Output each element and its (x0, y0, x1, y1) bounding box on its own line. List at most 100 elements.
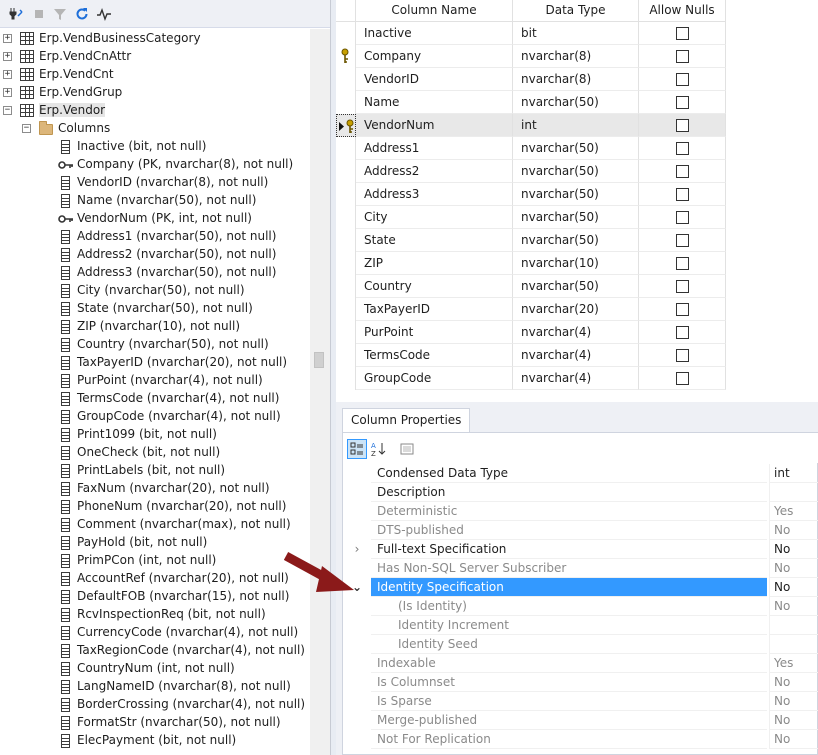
tree-node-column[interactable]: PayHold (bit, not null) (0, 534, 310, 552)
property-value[interactable]: No (769, 559, 818, 578)
tree-node-column[interactable]: RcvInspectionReq (bit, not null) (0, 606, 310, 624)
tree-node-column[interactable]: Comment (nvarchar(max), not null) (0, 516, 310, 534)
allow-nulls-checkbox[interactable] (676, 211, 689, 224)
property-value[interactable]: No (769, 673, 818, 692)
allow-nulls-checkbox[interactable] (676, 96, 689, 109)
row-selector[interactable] (336, 229, 356, 252)
tree-node-column[interactable]: CurrencyCode (nvarchar(4), not null) (0, 624, 310, 642)
tree-node-column[interactable]: PurPoint (nvarchar(4), not null) (0, 372, 310, 390)
data-type-cell[interactable]: nvarchar(50) (513, 229, 639, 252)
tree-node-column[interactable]: VendorID (nvarchar(8), not null) (0, 174, 310, 192)
tree-node-column[interactable]: AccountRef (nvarchar(20), not null) (0, 570, 310, 588)
tree-node-table[interactable]: − Erp.Vendor (0, 102, 310, 120)
activity-monitor-icon[interactable] (96, 6, 112, 22)
data-type-cell[interactable]: nvarchar(50) (513, 160, 639, 183)
property-row[interactable]: Deterministic Yes (343, 502, 818, 521)
grid-scrollbar[interactable] (799, 0, 818, 402)
property-row[interactable]: Has Non-SQL Server Subscriber No (343, 559, 818, 578)
property-row[interactable]: Description (343, 483, 818, 502)
allow-nulls-checkbox[interactable] (676, 234, 689, 247)
row-selector[interactable] (336, 252, 356, 275)
tree-node-column[interactable]: Inactive (bit, not null) (0, 138, 310, 156)
collapse-icon[interactable]: − (22, 124, 31, 133)
row-selector[interactable] (336, 45, 356, 68)
data-type-cell[interactable]: nvarchar(4) (513, 321, 639, 344)
tree-node-column[interactable]: CountryNum (int, not null) (0, 660, 310, 678)
row-selector[interactable] (336, 367, 356, 390)
property-value[interactable]: int (769, 464, 818, 483)
tree-scrollbar[interactable] (310, 29, 330, 755)
property-row[interactable]: Indexable Yes (343, 654, 818, 673)
column-name-cell[interactable]: TermsCode (356, 344, 513, 367)
tree-node-column[interactable]: OneCheck (bit, not null) (0, 444, 310, 462)
tree-node-column[interactable]: TaxPayerID (nvarchar(20), not null) (0, 354, 310, 372)
property-row[interactable]: Merge-published No (343, 711, 818, 730)
property-value[interactable] (769, 483, 818, 502)
grid-row[interactable]: TermsCode nvarchar(4) (336, 344, 726, 367)
tree-node-column[interactable]: Address3 (nvarchar(50), not null) (0, 264, 310, 282)
grid-row[interactable]: Address2 nvarchar(50) (336, 160, 726, 183)
column-name-cell[interactable]: Name (356, 91, 513, 114)
property-value[interactable]: No (769, 597, 818, 616)
column-name-cell[interactable]: VendorNum (356, 114, 513, 137)
row-selector[interactable] (336, 183, 356, 206)
column-name-cell[interactable]: Address3 (356, 183, 513, 206)
grid-row[interactable]: TaxPayerID nvarchar(20) (336, 298, 726, 321)
data-type-cell[interactable]: int (513, 114, 639, 137)
data-type-cell[interactable]: nvarchar(4) (513, 367, 639, 390)
allow-nulls-checkbox[interactable] (676, 119, 689, 132)
allow-nulls-checkbox[interactable] (676, 349, 689, 362)
property-value[interactable]: No (769, 730, 818, 749)
column-name-cell[interactable]: State (356, 229, 513, 252)
column-name-cell[interactable]: TaxPayerID (356, 298, 513, 321)
tree-node-column[interactable]: DefaultFOB (nvarchar(15), not null) (0, 588, 310, 606)
grid-row[interactable]: VendorID nvarchar(8) (336, 68, 726, 91)
expand-icon[interactable]: + (3, 88, 12, 97)
row-selector[interactable] (336, 321, 356, 344)
property-row[interactable]: Identity Increment (343, 616, 818, 635)
tree-node-column[interactable]: FaxNum (nvarchar(20), not null) (0, 480, 310, 498)
column-name-cell[interactable]: Address2 (356, 160, 513, 183)
grid-row[interactable]: City nvarchar(50) (336, 206, 726, 229)
tree-node-column[interactable]: Country (nvarchar(50), not null) (0, 336, 310, 354)
tree-node-column[interactable]: BorderCrossing (nvarchar(4), not null) (0, 696, 310, 714)
property-value[interactable]: No (769, 540, 818, 559)
tree-scrollbar-thumb[interactable] (314, 352, 324, 368)
property-value[interactable]: No (769, 711, 818, 730)
row-selector[interactable] (336, 114, 356, 137)
property-value[interactable]: No (769, 692, 818, 711)
grid-row[interactable]: Country nvarchar(50) (336, 275, 726, 298)
data-type-cell[interactable]: nvarchar(8) (513, 68, 639, 91)
row-selector[interactable] (336, 275, 356, 298)
row-selector[interactable] (336, 298, 356, 321)
tree-node-column[interactable]: Name (nvarchar(50), not null) (0, 192, 310, 210)
data-type-cell[interactable]: nvarchar(50) (513, 206, 639, 229)
tree-node-column[interactable]: PrimPCon (int, not null) (0, 552, 310, 570)
grid-row[interactable]: Name nvarchar(50) (336, 91, 726, 114)
allow-nulls-checkbox[interactable] (676, 188, 689, 201)
property-row[interactable]: Is Columnset No (343, 673, 818, 692)
expand-icon[interactable]: + (3, 52, 12, 61)
column-name-cell[interactable]: ZIP (356, 252, 513, 275)
tree-node-table[interactable]: + Erp.VendGrup (0, 84, 310, 102)
tree-node-column[interactable]: PhoneNum (nvarchar(20), not null) (0, 498, 310, 516)
tree-node-column[interactable]: ElecPayment (bit, not null) (0, 732, 310, 750)
connect-icon[interactable] (8, 6, 24, 22)
column-name-cell[interactable]: Country (356, 275, 513, 298)
property-value[interactable]: Yes (769, 654, 818, 673)
allow-nulls-checkbox[interactable] (676, 326, 689, 339)
data-type-cell[interactable]: nvarchar(8) (513, 45, 639, 68)
allow-nulls-checkbox[interactable] (676, 27, 689, 40)
property-pages-icon[interactable] (397, 439, 417, 459)
allow-nulls-checkbox[interactable] (676, 50, 689, 63)
column-name-cell[interactable]: Address1 (356, 137, 513, 160)
alphabetical-icon[interactable]: AZ (369, 439, 389, 459)
tree-node-column[interactable]: LangNameID (nvarchar(8), not null) (0, 678, 310, 696)
expand-icon[interactable]: + (3, 70, 12, 79)
row-selector[interactable] (336, 160, 356, 183)
tree-node-column[interactable]: City (nvarchar(50), not null) (0, 282, 310, 300)
allow-nulls-checkbox[interactable] (676, 142, 689, 155)
data-type-cell[interactable]: nvarchar(50) (513, 91, 639, 114)
filter-icon[interactable] (52, 6, 68, 22)
categorized-icon[interactable] (347, 439, 367, 459)
